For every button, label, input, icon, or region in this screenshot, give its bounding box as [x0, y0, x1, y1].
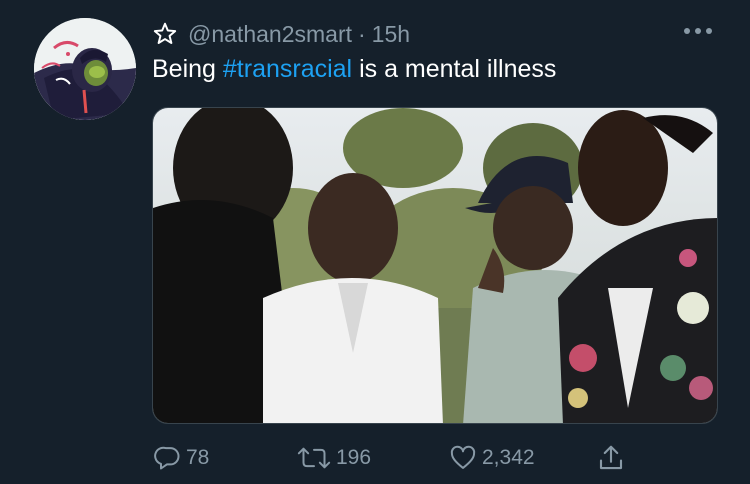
retweet-button[interactable]: 196 — [296, 440, 371, 476]
like-count: 2,342 — [482, 446, 535, 469]
retweet-icon — [296, 444, 336, 472]
comment-icon — [154, 444, 186, 472]
timestamp[interactable]: 15h — [372, 21, 410, 48]
like-button[interactable]: 2,342 — [448, 440, 535, 476]
avatar[interactable] — [34, 18, 136, 120]
action-bar: 78 196 2,342 — [0, 440, 750, 476]
tweet-photo[interactable] — [152, 107, 718, 424]
more-dots-icon[interactable] — [682, 20, 714, 42]
reply-count: 78 — [186, 446, 210, 469]
heart-icon — [448, 444, 482, 472]
tweet-text: Being #transracial is a mental illness — [152, 55, 556, 84]
username[interactable]: @nathan2smart — [188, 21, 352, 48]
tweet-text-end: is a mental illness — [352, 55, 557, 83]
separator: · — [358, 20, 366, 47]
share-button[interactable] — [596, 440, 630, 476]
tweet-header: @nathan2smart · 15h — [152, 18, 410, 50]
retweet-count: 196 — [336, 446, 372, 469]
reply-button[interactable]: 78 — [154, 440, 209, 476]
hashtag-link[interactable]: #transracial — [223, 55, 352, 83]
tweet-text-start: Being — [152, 55, 223, 83]
share-icon — [596, 443, 630, 473]
star-outline-icon — [152, 21, 178, 47]
tweet-card[interactable]: @nathan2smart · 15h Being #transracial i… — [0, 0, 750, 484]
